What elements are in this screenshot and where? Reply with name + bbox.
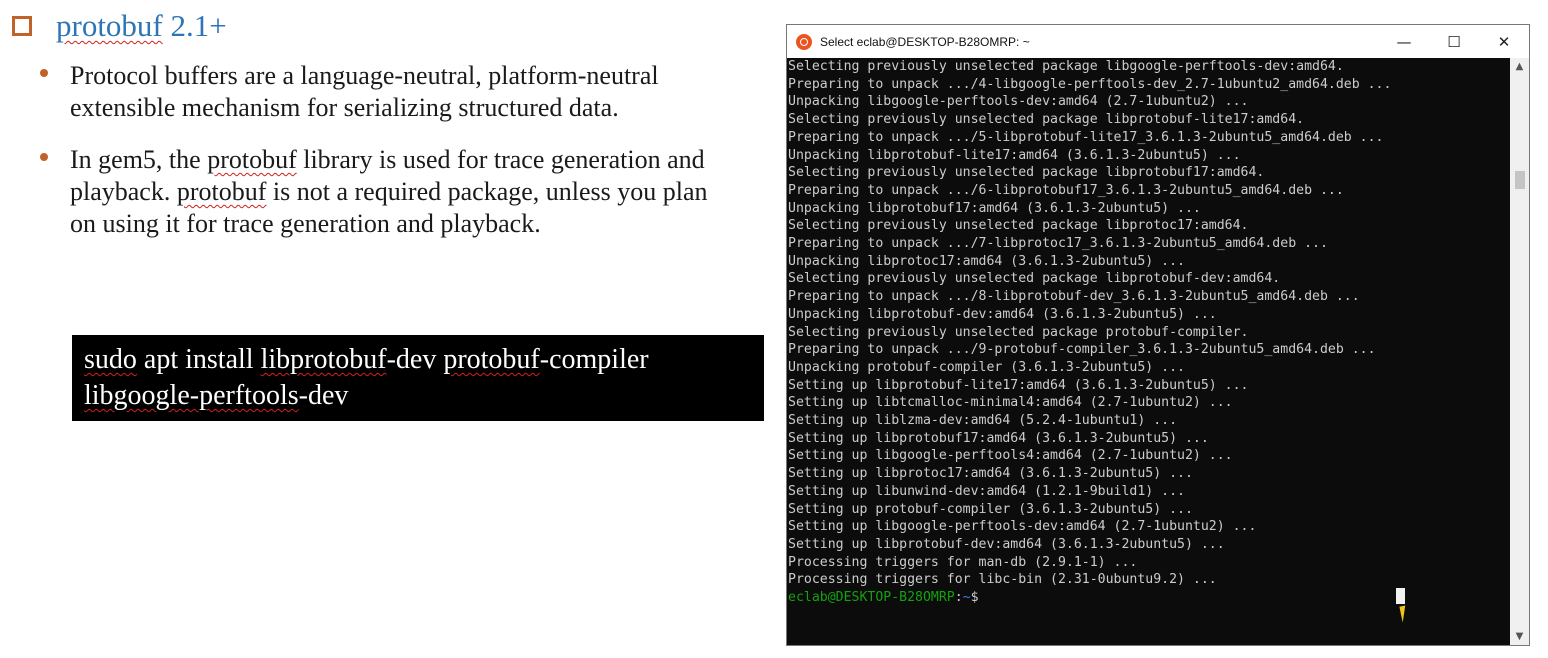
terminal-line: Processing triggers for man-db (2.9.1-1)… xyxy=(788,554,1138,570)
bullet-text: Protocol buffers are a language-neutral,… xyxy=(70,61,659,122)
window-controls: — ☐ ✕ xyxy=(1379,25,1529,58)
terminal-line: Setting up libgoogle-perftools4:amd64 (2… xyxy=(788,448,1233,464)
terminal-line: Selecting previously unselected package … xyxy=(788,271,1281,287)
prompt-path: ~ xyxy=(962,590,971,606)
checkbox-icon xyxy=(12,16,32,36)
terminal-line: Preparing to unpack .../9-protobuf-compi… xyxy=(788,342,1376,358)
slide-title: protobuf 2.1+ xyxy=(56,8,227,44)
window-title: Select eclab@DESKTOP-B28OMRP: ~ xyxy=(820,34,1030,49)
cmd-text: apt install xyxy=(136,344,261,375)
terminal-line: Setting up libprotoc17:amd64 (3.6.1.3-2u… xyxy=(788,466,1193,482)
terminal-lines: Selecting previously unselected package … xyxy=(787,58,1510,607)
terminal-line: Setting up libtcmalloc-minimal4:amd64 (2… xyxy=(788,395,1233,411)
terminal-line: Unpacking libprotobuf-dev:amd64 (3.6.1.3… xyxy=(788,306,1217,322)
terminal-line: Preparing to unpack .../6-libprotobuf17_… xyxy=(788,182,1344,198)
bullet-list: Protocol buffers are a language-neutral,… xyxy=(38,60,718,260)
ubuntu-icon[interactable] xyxy=(796,33,812,50)
terminal-line: Selecting previously unselected package … xyxy=(788,324,1249,340)
maximize-icon[interactable]: ☐ xyxy=(1429,25,1479,58)
terminal-line: Setting up liblzma-dev:amd64 (5.2.4-1ubu… xyxy=(788,413,1178,429)
cmd-text: -dev xyxy=(386,344,444,375)
cmd-word: libprotobuf xyxy=(260,344,387,375)
terminal-line: Unpacking protobuf-compiler (3.6.1.3-2ub… xyxy=(788,359,1185,375)
command-box: sudo apt install libprotobuf-dev protobu… xyxy=(72,335,764,421)
terminal-line: Setting up libprotobuf-lite17:amd64 (3.6… xyxy=(788,377,1249,393)
bullet-text-part: protobuf xyxy=(207,145,297,174)
terminal-cursor xyxy=(1396,588,1405,604)
scroll-thumb[interactable] xyxy=(1515,171,1525,189)
close-icon[interactable]: ✕ xyxy=(1479,25,1529,58)
cmd-word: libgoogle-perftools xyxy=(84,380,299,411)
terminal-line: Selecting previously unselected package … xyxy=(788,112,1305,128)
cmd-word: sudo xyxy=(84,344,137,375)
cmd-word: protobuf xyxy=(443,344,540,375)
terminal-line: Selecting previously unselected package … xyxy=(788,218,1249,234)
bullet-text-part: protobuf xyxy=(176,177,267,206)
bullet-item: In gem5, the protobuf library is used fo… xyxy=(38,144,718,240)
terminal-line: Preparing to unpack .../4-libgoogle-perf… xyxy=(788,76,1392,92)
terminal-output[interactable]: Selecting previously unselected package … xyxy=(787,58,1510,645)
terminal-line: Setting up libgoogle-perftools-dev:amd64… xyxy=(788,519,1257,535)
terminal-line: Unpacking libprotoc17:amd64 (3.6.1.3-2ub… xyxy=(788,253,1185,269)
prompt-sep: : xyxy=(954,590,963,606)
cmd-text: -dev xyxy=(298,380,349,411)
terminal-window[interactable]: Select eclab@DESKTOP-B28OMRP: ~ — ☐ ✕ Se… xyxy=(786,24,1530,646)
bullet-dot-icon xyxy=(40,69,48,77)
terminal-line: Processing triggers for libc-bin (2.31-0… xyxy=(788,572,1217,588)
terminal-line: Unpacking libprotobuf-lite17:amd64 (3.6.… xyxy=(788,147,1241,163)
title-bar[interactable]: Select eclab@DESKTOP-B28OMRP: ~ — ☐ ✕ xyxy=(787,25,1529,58)
terminal-line: Unpacking libprotobuf17:amd64 (3.6.1.3-2… xyxy=(788,200,1201,216)
title-rest: 2.1+ xyxy=(162,8,227,43)
terminal-line: Preparing to unpack .../8-libprotobuf-de… xyxy=(788,289,1360,305)
terminal-line: Setting up libunwind-dev:amd64 (1.2.1-9b… xyxy=(788,483,1185,499)
terminal-line: Setting up libprotobuf17:amd64 (3.6.1.3-… xyxy=(788,430,1209,446)
terminal-line: Preparing to unpack .../7-libprotoc17_3.… xyxy=(788,236,1328,252)
command-text: sudo apt install libprotobuf-dev protobu… xyxy=(84,342,752,414)
vertical-scrollbar[interactable]: ▲ ▼ xyxy=(1510,58,1529,645)
mouse-pointer-icon xyxy=(1399,605,1409,623)
terminal-line: Setting up protobuf-compiler (3.6.1.3-2u… xyxy=(788,501,1193,517)
slide-heading: protobuf 2.1+ xyxy=(12,6,227,46)
minimize-icon[interactable]: — xyxy=(1379,25,1429,58)
terminal-line: Selecting previously unselected package … xyxy=(788,59,1344,74)
scroll-up-icon[interactable]: ▲ xyxy=(1510,58,1529,75)
bullet-text-part: In gem5, the xyxy=(70,145,208,174)
prompt-user: eclab@DESKTOP-B28OMRP xyxy=(788,590,955,606)
bullet-item: Protocol buffers are a language-neutral,… xyxy=(38,60,718,124)
prompt-symbol: $ xyxy=(970,590,979,606)
terminal-line: Preparing to unpack .../5-libprotobuf-li… xyxy=(788,129,1384,145)
terminal-line: Selecting previously unselected package … xyxy=(788,165,1265,181)
title-word: protobuf xyxy=(56,8,163,43)
scroll-down-icon[interactable]: ▼ xyxy=(1510,628,1529,645)
bullet-dot-icon xyxy=(40,153,48,161)
terminal-line: Setting up libprotobuf-dev:amd64 (3.6.1.… xyxy=(788,536,1225,552)
terminal-line: Unpacking libgoogle-perftools-dev:amd64 … xyxy=(788,94,1249,110)
cmd-text: -compiler xyxy=(539,344,649,375)
